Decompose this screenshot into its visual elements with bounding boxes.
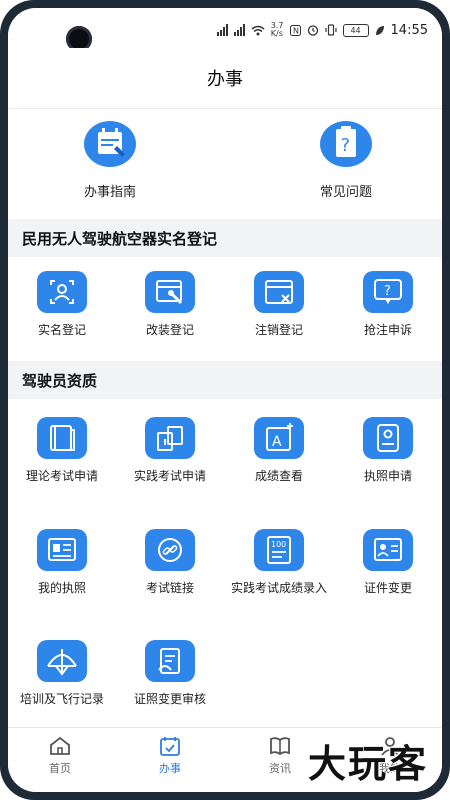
guide-icon [84, 121, 136, 167]
signal-icon [216, 24, 228, 36]
bottom-tab-bar: 首页 办事 资讯 我的 大玩客 [8, 727, 442, 792]
network-speed: 3.7 K/s [270, 21, 284, 38]
flight-record-icon [37, 640, 87, 682]
clock-time: 14:55 [390, 22, 428, 38]
grid-item-label: 注销登记 [254, 323, 303, 337]
cancel-icon [254, 271, 304, 313]
cert-change-icon [363, 529, 413, 571]
grid-item-cancel[interactable]: 注销登记 [225, 271, 333, 338]
grid-item-real-name[interactable]: 实名登记 [8, 271, 116, 338]
guide-label: 办事指南 [83, 185, 136, 200]
score-entry-icon: 100 [254, 529, 304, 571]
appeal-icon: ? [363, 271, 413, 313]
grid-item-license-apply[interactable]: 执照申请 [334, 417, 442, 484]
home-icon [49, 736, 71, 756]
review-icon [145, 640, 195, 682]
grid-item-label: 实践考试申请 [133, 469, 206, 483]
svg-text:?: ? [384, 284, 391, 299]
grid-item-grade[interactable]: A 成绩查看 [225, 417, 333, 484]
modify-icon [145, 271, 195, 313]
svg-text:A: A [272, 434, 282, 450]
pilot-qualification-grid: 理论考试申请 实践考试申请 A 成绩查看 执照申请 我的执照 考试链接 100 … [8, 399, 442, 729]
status-icons: 3.7 K/s N 44 14:55 [216, 21, 428, 38]
svg-text:100: 100 [271, 540, 286, 549]
grid-item-label: 抢注申诉 [363, 323, 412, 337]
grid-item-theory-exam[interactable]: 理论考试申请 [8, 417, 116, 484]
vibrate-icon [324, 24, 337, 36]
faq-icon: ? [320, 121, 372, 167]
grid-item-label: 改装登记 [145, 323, 194, 337]
battery-icon: 44 [342, 23, 369, 37]
svg-text:?: ? [341, 135, 351, 156]
svg-text:N: N [293, 26, 299, 35]
grid-item-label: 考试链接 [145, 581, 194, 595]
watermark-logo: 大玩客 [307, 741, 428, 786]
book-icon [37, 417, 87, 459]
uav-registration-grid: 实名登记 改装登记 注销登记 ? 抢注申诉 [8, 257, 442, 361]
wifi-icon [251, 25, 265, 36]
app-screen: 3.7 K/s N 44 14:55 办事 办事指南 ? 常见问题 民用无人驾驶… [8, 8, 442, 792]
nfc-icon: N [289, 24, 301, 36]
grid-item-label: 执照申请 [363, 469, 412, 483]
phone-frame: 3.7 K/s N 44 14:55 办事 办事指南 ? 常见问题 民用无人驾驶… [0, 0, 450, 800]
grid-item-score-entry[interactable]: 100 实践考试成绩录入 [225, 529, 333, 596]
tab-home[interactable]: 首页 [10, 736, 110, 776]
guide-button[interactable]: 办事指南 [50, 121, 170, 200]
grid-item-flight-record[interactable]: 培训及飞行记录 [8, 640, 116, 707]
section-title-uav-registration: 民用无人驾驶航空器实名登记 [8, 219, 442, 257]
grid-item-label: 实践考试成绩录入 [230, 581, 327, 595]
tab-label: 办事 [159, 762, 181, 775]
grid-item-label: 证件变更 [363, 581, 412, 595]
tab-label: 首页 [49, 762, 71, 775]
license-apply-icon [363, 417, 413, 459]
grid-item-practice-exam[interactable]: 实践考试申请 [116, 417, 224, 484]
page-title: 办事 [8, 48, 442, 109]
practice-icon [145, 417, 195, 459]
grid-item-label: 我的执照 [37, 581, 86, 595]
grade-icon: A [254, 417, 304, 459]
link-icon [145, 529, 195, 571]
signal-icon [233, 24, 245, 36]
grid-item-label: 成绩查看 [254, 469, 303, 483]
grid-item-exam-link[interactable]: 考试链接 [116, 529, 224, 596]
tab-label: 资讯 [269, 762, 291, 775]
grid-item-modify[interactable]: 改装登记 [116, 271, 224, 338]
faq-button[interactable]: ? 常见问题 [286, 121, 406, 200]
section-title-pilot-qualification: 驾驶员资质 [8, 361, 442, 399]
grid-item-appeal[interactable]: ? 抢注申诉 [334, 271, 442, 338]
tab-affairs[interactable]: 办事 [120, 736, 220, 776]
grid-item-cert-change[interactable]: 证件变更 [334, 529, 442, 596]
grid-item-label: 理论考试申请 [25, 469, 98, 483]
grid-item-my-license[interactable]: 我的执照 [8, 529, 116, 596]
alarm-icon [307, 24, 319, 36]
grid-item-label: 实名登记 [37, 323, 86, 337]
quick-entry-panel: 办事指南 ? 常见问题 [8, 109, 442, 219]
calendar-check-icon [159, 736, 181, 756]
grid-item-label: 证照变更审核 [133, 692, 206, 706]
grid-item-review[interactable]: 证照变更审核 [116, 640, 224, 707]
face-scan-icon [37, 271, 87, 313]
book-open-icon [269, 736, 291, 756]
grid-item-label: 培训及飞行记录 [19, 692, 104, 706]
my-license-icon [37, 529, 87, 571]
faq-label: 常见问题 [319, 185, 372, 200]
leaf-icon [375, 25, 385, 36]
status-bar: 3.7 K/s N 44 14:55 [8, 8, 442, 52]
